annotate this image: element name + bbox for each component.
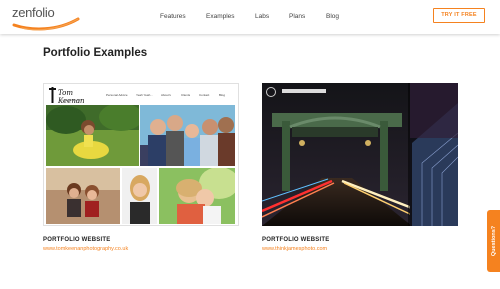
top-navigation-bar: zenfolio Features Examples Labs Plans Bl… [0, 0, 500, 34]
tk-logo-mark-icon [49, 87, 56, 103]
photo-family-group [140, 105, 235, 166]
photo-woman-on-grass [46, 105, 139, 166]
nav-labs[interactable]: Labs [255, 13, 269, 20]
main-nav: Features Examples Labs Plans Blog [0, 13, 500, 23]
photo-mother-daughter [159, 168, 235, 224]
nav-examples[interactable]: Examples [206, 13, 235, 20]
card-title: PORTFOLIO WEBSITE [43, 237, 111, 243]
try-it-free-button[interactable]: TRY IT FREE [433, 8, 485, 23]
page-title: Portfolio Examples [43, 47, 148, 59]
nav-plans[interactable]: Plans [289, 13, 305, 20]
thumbnail-nav-item: Yeah Yeah... [136, 93, 153, 97]
thumbnail-brand-name: Tom Keenan [58, 89, 85, 105]
thumbnail-site-logo: Tom Keenan photography [49, 87, 99, 105]
portfolio-thumbnail-tom-keenan[interactable]: Tom Keenan photography Personal Advice Y… [43, 83, 239, 226]
thumbnail-nav-strip [282, 89, 326, 93]
thumbnail-nav-item: Contact [199, 93, 210, 97]
thumbnail-nav-item: Blog [219, 93, 226, 97]
thumbnail-nav-item: Personal Advice [106, 93, 128, 97]
photo-tower-bridge-night [262, 83, 458, 226]
nav-blog[interactable]: Blog [326, 13, 339, 20]
photo-children-outdoors [46, 168, 120, 224]
card-link[interactable]: www.tomkeenanphotography.co.uk [43, 246, 128, 252]
thumbnail-brand-sub: photography [59, 98, 82, 102]
photo-girl-portrait [122, 168, 157, 224]
nav-features[interactable]: Features [160, 13, 186, 20]
thumbnail-nav-item: Clients [181, 93, 191, 97]
questions-help-tab[interactable]: Questions? [487, 210, 500, 272]
card-title: PORTFOLIO WEBSITE [262, 237, 330, 243]
thumbnail-site-logo-icon [266, 87, 276, 97]
questions-label: Questions? [490, 225, 497, 257]
portfolio-thumbnail-think-james[interactable] [262, 83, 458, 226]
card-link[interactable]: www.thinkjamesphoto.com [262, 246, 327, 252]
thumbnail-nav-item: About's [161, 93, 171, 97]
